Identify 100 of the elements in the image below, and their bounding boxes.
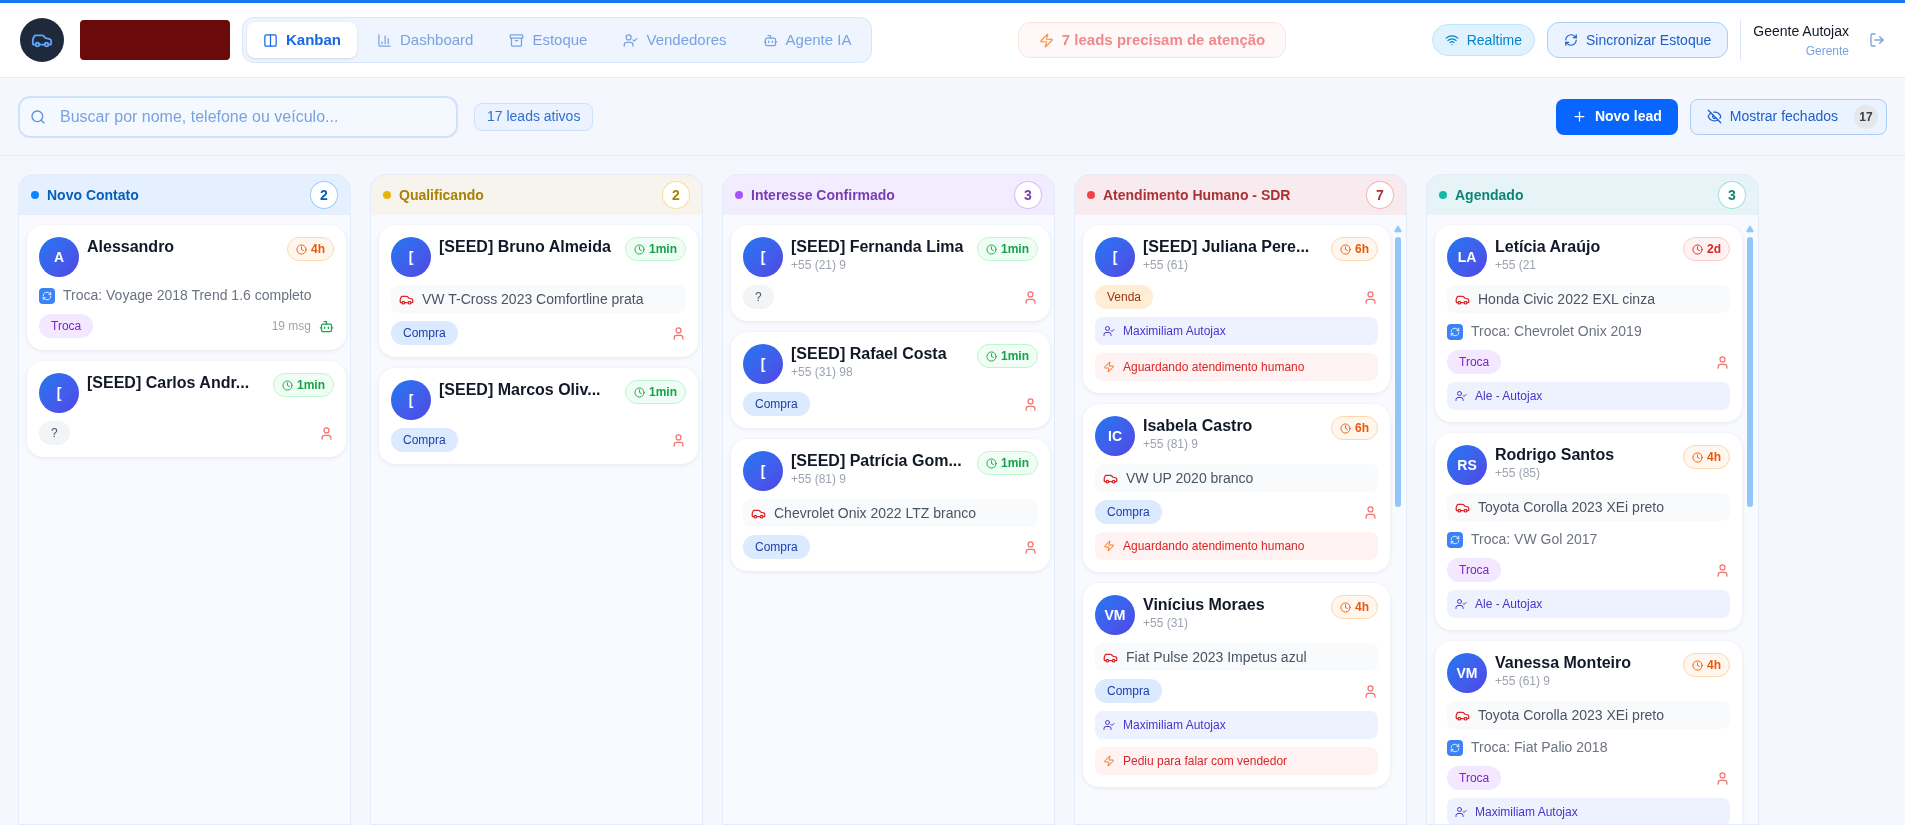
lead-card[interactable]: [ [SEED] Bruno Almeida 1min VW T-Cross 2023 Comfortline prata Compra xyxy=(379,225,698,357)
clock-icon xyxy=(1340,243,1351,255)
column-count: 2 xyxy=(310,181,338,209)
tag: Compra xyxy=(391,321,458,345)
scrollbar-thumb[interactable] xyxy=(1395,237,1401,507)
new-lead-button[interactable]: Novo lead xyxy=(1555,98,1678,135)
columns-icon xyxy=(263,32,278,48)
seller-box: Maximiliam Autojax xyxy=(1095,711,1378,739)
tag: ? xyxy=(39,421,70,445)
avatar: VM xyxy=(1447,653,1487,693)
avatar: LA xyxy=(1447,237,1487,277)
vehicle-row: Honda Civic 2022 EXL cinza xyxy=(1447,285,1730,313)
search-icon xyxy=(30,108,46,125)
lead-card[interactable]: LA Letícia Araújo +55 (21 2d Honda Civic 2022 EXL cinza Troca: Chevrolet Onix 2019 Troca Ale - Autojax xyxy=(1435,225,1742,422)
avatar: VM xyxy=(1095,595,1135,635)
lead-name: [SEED] Carlos Andr... xyxy=(87,373,251,393)
time-badge: 6h xyxy=(1331,237,1378,261)
lead-phone: +55 (61) 9 xyxy=(1495,673,1552,689)
lightning-icon xyxy=(1103,540,1115,552)
time-badge: 1min xyxy=(977,344,1038,368)
time-badge: 1min xyxy=(625,380,686,404)
vehicle-row: VW T-Cross 2023 Comfortline prata xyxy=(391,285,686,313)
lead-name: [SEED] Fernanda Lima xyxy=(791,237,965,257)
tag: ? xyxy=(743,285,774,309)
clock-icon xyxy=(1692,243,1703,255)
column-title: Qualificando xyxy=(399,185,484,205)
archive-icon xyxy=(509,32,525,48)
swap-icon xyxy=(39,287,55,304)
avatar: A xyxy=(39,237,79,277)
lead-name: [SEED] Rafael Costa xyxy=(791,344,948,364)
trade-text: Troca: Fiat Palio 2018 xyxy=(1471,738,1608,757)
column-title: Agendado xyxy=(1455,185,1524,205)
seller-box: Maximiliam Autojax xyxy=(1095,317,1378,345)
time-badge: 1min xyxy=(273,373,334,397)
scrollbar-thumb[interactable] xyxy=(1747,237,1753,507)
alert-box: Aguardando atendimento humano xyxy=(1095,532,1378,560)
user-check-icon xyxy=(1455,598,1467,610)
tag: Troca xyxy=(1447,558,1502,582)
lead-card[interactable]: VM Vanessa Monteiro +55 (61) 9 4h Toyota Corolla 2023 XEi preto Troca: Fiat Palio 2018 Troca Maximiliam Autojax xyxy=(1435,641,1742,824)
clock-icon xyxy=(986,457,997,469)
column-title: Novo Contato xyxy=(47,185,139,205)
tag: Compra xyxy=(1095,500,1162,524)
avatar: [ xyxy=(743,344,783,384)
logo-icon xyxy=(20,18,64,62)
clock-icon xyxy=(986,350,997,362)
lead-name: [SEED] Juliana Pere... xyxy=(1143,237,1311,257)
show-closed-button[interactable]: Mostrar fechados 17 xyxy=(1689,98,1887,135)
sync-button[interactable]: Sincronizar Estoque xyxy=(1546,22,1729,58)
clock-icon xyxy=(634,243,645,255)
column-count: 7 xyxy=(1366,181,1394,209)
lead-phone: +55 (21) 9 xyxy=(791,257,848,273)
realtime-button[interactable]: Realtime xyxy=(1431,24,1535,56)
eye-off-icon xyxy=(1706,109,1722,124)
lead-card[interactable]: IC Isabela Castro +55 (81) 9 6h VW UP 2020 branco Compra Aguardando atendimento humano xyxy=(1083,404,1390,572)
lead-phone: +55 (85) xyxy=(1495,465,1542,481)
vehicle-row: Toyota Corolla 2023 XEi preto xyxy=(1447,701,1730,729)
lead-name: [SEED] Marcos Oliv... xyxy=(439,380,602,400)
lead-card[interactable]: A Alessandro 4h Troca: Voyage 2018 Trend 1.6 completo Troca 19 msg xyxy=(27,225,346,350)
tag: Compra xyxy=(391,428,458,452)
lead-card[interactable]: [ [SEED] Rafael Costa +55 (31) 98 1min Compra xyxy=(731,332,1050,428)
lead-card[interactable]: [ [SEED] Juliana Pere... +55 (61) 6h Venda Maximiliam Autojax Aguardando atendimento humano xyxy=(1083,225,1390,393)
scroll-up-arrow-icon[interactable] xyxy=(1394,225,1402,233)
time-badge: 1min xyxy=(625,237,686,261)
bar-chart-icon xyxy=(377,32,392,48)
avatar: [ xyxy=(391,380,431,420)
lead-name: Vinícius Moraes xyxy=(1143,595,1266,615)
seller-box: Ale - Autojax xyxy=(1447,590,1730,618)
nav-tab[interactable]: Kanban xyxy=(247,22,357,58)
alert-box: Pediu para falar com vendedor xyxy=(1095,747,1378,775)
logout-icon[interactable] xyxy=(1869,32,1885,48)
avatar: [ xyxy=(743,451,783,491)
column-title: Atendimento Humano - SDR xyxy=(1103,185,1291,205)
lead-card[interactable]: RS Rodrigo Santos +55 (85) 4h Toyota Corolla 2023 XEi preto Troca: VW Gol 2017 Troca Ale - Autojax xyxy=(1435,433,1742,630)
lead-card[interactable]: [ [SEED] Carlos Andr... 1min ? xyxy=(27,361,346,457)
column-count: 3 xyxy=(1014,181,1042,209)
wifi-icon xyxy=(1444,33,1459,47)
column-count: 2 xyxy=(662,181,690,209)
lead-phone: +55 (21 xyxy=(1495,257,1538,273)
swap-icon xyxy=(1447,739,1463,756)
clock-icon xyxy=(634,386,645,398)
scroll-up-arrow-icon[interactable] xyxy=(1746,225,1754,233)
vehicle-row: VW UP 2020 branco xyxy=(1095,464,1378,492)
lead-name: [SEED] Bruno Almeida xyxy=(439,237,612,257)
time-badge: 1min xyxy=(977,237,1038,261)
clock-icon xyxy=(1692,659,1703,671)
lead-card[interactable]: VM Vinícius Moraes +55 (31) 4h Fiat Pulse 2023 Impetus azul Compra Maximiliam Autojax Pediu para falar com vendedor xyxy=(1083,583,1390,787)
time-badge: 6h xyxy=(1331,416,1378,440)
refresh-icon xyxy=(1563,33,1578,47)
lead-card[interactable]: [ [SEED] Patrícia Gom... +55 (81) 9 1min Chevrolet Onix 2022 LTZ branco Compra xyxy=(731,439,1050,571)
swap-icon xyxy=(1447,531,1463,548)
lead-name: Vanessa Monteiro xyxy=(1495,653,1633,673)
lead-card[interactable]: [ [SEED] Marcos Oliv... 1min Compra xyxy=(379,368,698,464)
seller-box: Ale - Autojax xyxy=(1447,382,1730,410)
user-check-icon xyxy=(1455,390,1467,402)
search-field[interactable]: Buscar por nome, telefone ou veículo... xyxy=(18,95,458,138)
seller-box: Maximiliam Autojax xyxy=(1447,798,1730,824)
lightning-icon xyxy=(1103,755,1115,767)
lead-name: Rodrigo Santos xyxy=(1495,445,1616,465)
time-badge: 4h xyxy=(1683,653,1730,677)
lead-card[interactable]: [ [SEED] Fernanda Lima +55 (21) 9 1min ? xyxy=(731,225,1050,321)
